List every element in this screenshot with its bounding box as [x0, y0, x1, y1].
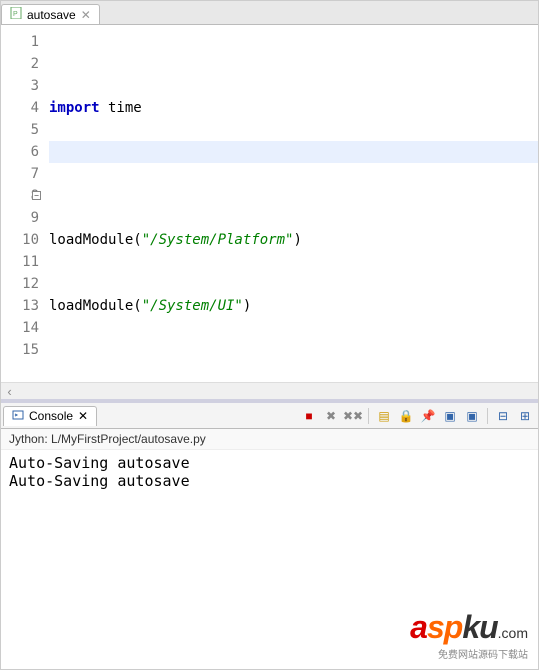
console-icon [12, 409, 24, 424]
clear-console-icon[interactable]: ▤ [375, 407, 393, 425]
console-tab-bar: Console ✕ ■ ✖ ✖✖ ▤ 🔒 📌 ▣ ▣ ⊟ ⊞ [1, 403, 538, 429]
code-area[interactable]: import time loadModule("/System/Platform… [45, 25, 538, 382]
console-panel: Console ✕ ■ ✖ ✖✖ ▤ 🔒 📌 ▣ ▣ ⊟ ⊞ Jython: L… [1, 399, 538, 669]
line-number: 15 [3, 339, 39, 361]
fold-marker-icon[interactable]: − [32, 191, 41, 200]
scroll-lock-icon[interactable]: 🔒 [397, 407, 415, 425]
code-editor[interactable]: 1 2 3 4 5 6 7 8− 9 10 11 12 13 14 15 imp… [1, 25, 538, 382]
svg-text:P: P [13, 11, 18, 18]
line-number: 3 [3, 75, 39, 97]
line-number: 5 [3, 119, 39, 141]
line-number: 12 [3, 273, 39, 295]
console-description: Jython: L/MyFirstProject/autosave.py [1, 429, 538, 450]
python-file-icon: P [10, 7, 22, 22]
maximize-icon[interactable]: ⊞ [516, 407, 534, 425]
line-number-gutter: 1 2 3 4 5 6 7 8− 9 10 11 12 13 14 15 [1, 25, 45, 382]
line-number: 8− [3, 185, 39, 207]
console-output[interactable]: Auto-Saving autosave Auto-Saving autosav… [1, 450, 538, 669]
line-number: 11 [3, 251, 39, 273]
line-number: 4 [3, 97, 39, 119]
pin-console-icon[interactable]: 📌 [419, 407, 437, 425]
terminate-icon[interactable]: ■ [300, 407, 318, 425]
scroll-left-icon[interactable]: ‹ [1, 384, 18, 399]
line-number: 2 [3, 53, 39, 75]
console-toolbar: ■ ✖ ✖✖ ▤ 🔒 📌 ▣ ▣ ⊟ ⊞ [300, 407, 538, 425]
line-number: 6 [3, 141, 39, 163]
console-tab[interactable]: Console ✕ [3, 406, 97, 426]
line-number: 1 [3, 31, 39, 53]
editor-tab-bar: P autosave ✕ [1, 1, 538, 25]
editor-tab-label: autosave [27, 8, 76, 22]
close-tab-icon[interactable]: ✕ [81, 8, 91, 22]
current-line-highlight [49, 141, 538, 163]
line-number: 9 [3, 207, 39, 229]
line-number: 7 [3, 163, 39, 185]
line-number: 13 [3, 295, 39, 317]
display-selected-icon[interactable]: ▣ [441, 407, 459, 425]
remove-launch-icon[interactable]: ✖ [322, 407, 340, 425]
horizontal-scrollbar[interactable]: ‹ [1, 382, 538, 399]
minimize-icon[interactable]: ⊟ [494, 407, 512, 425]
console-tab-label: Console [29, 409, 73, 423]
line-number: 14 [3, 317, 39, 339]
line-number: 10 [3, 229, 39, 251]
editor-tab-autosave[interactable]: P autosave ✕ [1, 4, 100, 24]
open-console-icon[interactable]: ▣ [463, 407, 481, 425]
close-console-icon[interactable]: ✕ [78, 409, 88, 423]
remove-all-icon[interactable]: ✖✖ [344, 407, 362, 425]
